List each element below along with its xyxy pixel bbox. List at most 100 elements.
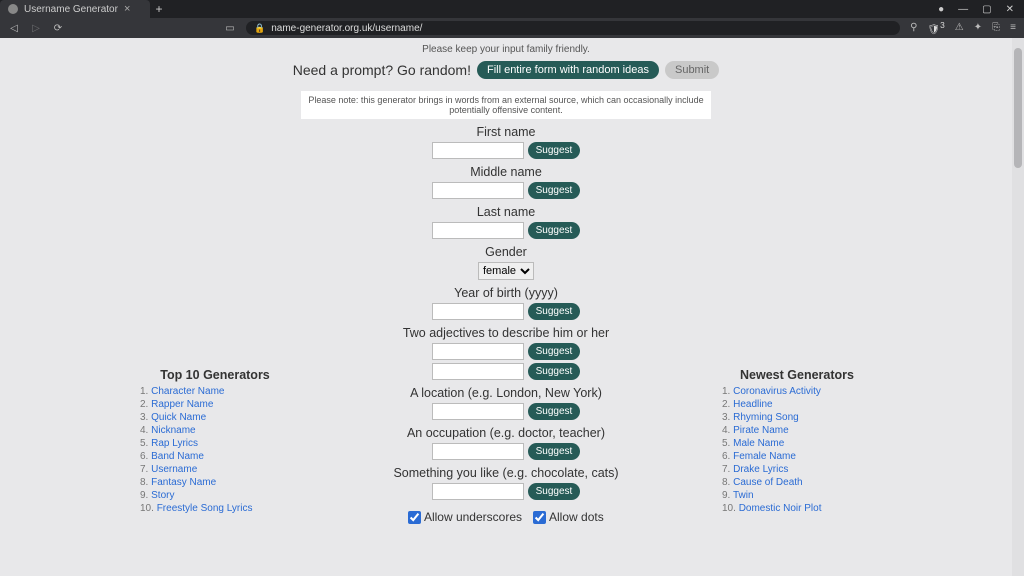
page-viewport: Please keep your input family friendly. … [0,38,1024,576]
top10-link[interactable]: Fantasy Name [151,477,216,488]
location-input[interactable] [432,403,524,420]
new-tab-button[interactable]: + [150,0,168,18]
last-name-input[interactable] [432,222,524,239]
forward-icon[interactable]: ▷ [30,23,42,34]
top10-link[interactable]: Band Name [151,451,204,462]
allow-dots-option[interactable]: Allow dots [533,510,603,524]
list-number: 10. [140,503,157,514]
reload-icon[interactable]: ⟳ [52,23,64,34]
back-icon[interactable]: ◁ [8,23,20,34]
device-icon[interactable]: ▭ [224,23,236,34]
occupation-input[interactable] [432,443,524,460]
list-number: 3. [140,412,151,423]
adjective2-suggest-button[interactable]: Suggest [528,363,581,380]
location-suggest-button[interactable]: Suggest [528,403,581,420]
tab-favicon [8,4,18,14]
scrollbar-track[interactable] [1012,38,1024,576]
list-number: 10. [722,503,739,514]
submit-button-top[interactable]: Submit [665,61,719,79]
fill-random-button[interactable]: Fill entire form with random ideas [477,61,659,79]
last-name-label: Last name [296,205,716,219]
newest-item: 8. Cause of Death [722,477,872,488]
newest-link[interactable]: Cause of Death [733,477,803,488]
maximize-icon[interactable]: ▢ [982,4,991,15]
first-name-input[interactable] [432,142,524,159]
newest-link[interactable]: Drake Lyrics [733,464,788,475]
close-window-icon[interactable]: ✕ [1006,4,1014,15]
tab-title: Username Generator [24,4,118,15]
allow-dots-label: Allow dots [549,510,604,524]
browser-tab[interactable]: Username Generator × [0,0,150,18]
url-text: name-generator.org.uk/username/ [271,23,422,34]
record-icon[interactable]: ● [938,4,944,15]
list-number: 9. [140,490,151,501]
like-suggest-button[interactable]: Suggest [528,483,581,500]
yob-input[interactable] [432,303,524,320]
list-number: 6. [722,451,733,462]
newest-link[interactable]: Rhyming Song [733,412,799,423]
top10-link[interactable]: Story [151,490,174,501]
allow-dots-checkbox[interactable] [533,511,546,524]
allow-underscores-checkbox[interactable] [408,511,421,524]
newest-link[interactable]: Coronavirus Activity [733,386,821,397]
list-number: 2. [140,399,151,410]
middle-name-input[interactable] [432,182,524,199]
top10-link[interactable]: Character Name [151,386,224,397]
top10-link[interactable]: Freestyle Song Lyrics [157,503,253,514]
list-number: 1. [140,386,151,397]
save-icon[interactable]: ⎘ [992,22,1000,33]
newest-item: 4. Pirate Name [722,425,872,436]
minimize-icon[interactable]: — [958,4,968,15]
top10-link[interactable]: Rapper Name [151,399,213,410]
top10-item: 10. Freestyle Song Lyrics [140,503,290,514]
window-controls: ● — ▢ ✕ [938,0,1024,18]
newest-item: 6. Female Name [722,451,872,462]
top10-item: 8. Fantasy Name [140,477,290,488]
menu-icon[interactable]: ≡ [1010,22,1016,33]
warn-icon[interactable]: ⚠ [955,22,964,33]
newest-link[interactable]: Female Name [733,451,796,462]
extensions-icon[interactable]: ✦ [974,22,982,33]
list-number: 5. [722,438,733,449]
top10-link[interactable]: Username [151,464,197,475]
like-input[interactable] [432,483,524,500]
last-name-suggest-button[interactable]: Suggest [528,222,581,239]
top10-item: 2. Rapper Name [140,399,290,410]
newest-link[interactable]: Male Name [733,438,784,449]
newest-item: 9. Twin [722,490,872,501]
top10-item: 6. Band Name [140,451,290,462]
top10-link[interactable]: Quick Name [151,412,206,423]
list-number: 3. [722,412,733,423]
top10-list: 1. Character Name2. Rapper Name3. Quick … [140,386,290,514]
newest-link[interactable]: Headline [733,399,772,410]
allow-underscores-option[interactable]: Allow underscores [408,510,525,524]
window-titlebar: Username Generator × + ● — ▢ ✕ [0,0,1024,18]
address-bar[interactable]: 🔒 name-generator.org.uk/username/ [246,21,900,35]
list-number: 5. [140,438,151,449]
newest-item: 3. Rhyming Song [722,412,872,423]
middle-name-label: Middle name [296,165,716,179]
adjective1-input[interactable] [432,343,524,360]
list-number: 4. [722,425,733,436]
adjective2-input[interactable] [432,363,524,380]
search-icon[interactable]: ⚲ [910,22,917,33]
newest-item: 1. Coronavirus Activity [722,386,872,397]
allow-underscores-label: Allow underscores [424,510,522,524]
occupation-suggest-button[interactable]: Suggest [528,443,581,460]
scrollbar-thumb[interactable] [1014,48,1022,168]
top10-item: 1. Character Name [140,386,290,397]
middle-name-suggest-button[interactable]: Suggest [528,182,581,199]
close-tab-icon[interactable]: × [124,3,130,15]
gender-select[interactable]: female [478,262,534,280]
newest-link[interactable]: Domestic Noir Plot [739,503,822,514]
newest-link[interactable]: Pirate Name [733,425,789,436]
extensions-badge[interactable]: 🛡3 [927,20,944,35]
top10-link[interactable]: Nickname [151,425,195,436]
top10-item: 3. Quick Name [140,412,290,423]
yob-suggest-button[interactable]: Suggest [528,303,581,320]
top10-link[interactable]: Rap Lyrics [151,438,198,449]
adjective1-suggest-button[interactable]: Suggest [528,343,581,360]
first-name-suggest-button[interactable]: Suggest [528,142,581,159]
username-form: First name Suggest Middle name Suggest L… [296,125,716,524]
newest-link[interactable]: Twin [733,490,754,501]
